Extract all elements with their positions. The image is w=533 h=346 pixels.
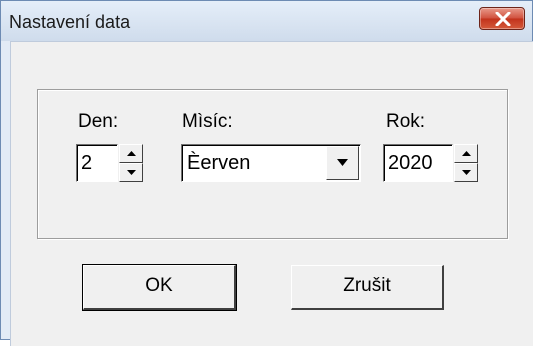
title-bar[interactable]: Nastavení data	[1, 1, 532, 41]
day-value: 2	[81, 152, 93, 174]
year-spinner	[454, 144, 478, 182]
dialog-title: Nastavení data	[9, 12, 131, 32]
month-value: Èerven	[187, 152, 251, 174]
year-value: 2020	[388, 152, 433, 174]
arrow-up-icon	[462, 151, 471, 156]
year-down-button[interactable]	[454, 163, 478, 182]
day-input[interactable]: 2	[76, 144, 118, 182]
date-settings-dialog: Nastavení data Den: 2 Mìsíc: Èerven Rok:…	[0, 0, 533, 346]
day-down-button[interactable]	[119, 163, 143, 182]
month-dropdown-button[interactable]	[326, 146, 359, 180]
arrow-down-icon	[462, 170, 471, 175]
arrow-up-icon	[127, 151, 136, 156]
cancel-button[interactable]: Zrušit	[291, 265, 444, 310]
close-button[interactable]	[479, 7, 525, 30]
day-spinner	[119, 144, 143, 182]
month-select[interactable]: Èerven	[181, 144, 361, 182]
chevron-down-icon	[337, 159, 348, 166]
year-label: Rok:	[386, 111, 426, 132]
arrow-down-icon	[127, 170, 136, 175]
month-label: Mìsíc:	[182, 111, 233, 132]
year-input[interactable]: 2020	[383, 144, 453, 182]
close-icon	[495, 12, 511, 26]
ok-button[interactable]: OK	[82, 264, 237, 311]
year-up-button[interactable]	[454, 144, 478, 163]
day-label: Den:	[78, 111, 119, 132]
day-up-button[interactable]	[119, 144, 143, 163]
